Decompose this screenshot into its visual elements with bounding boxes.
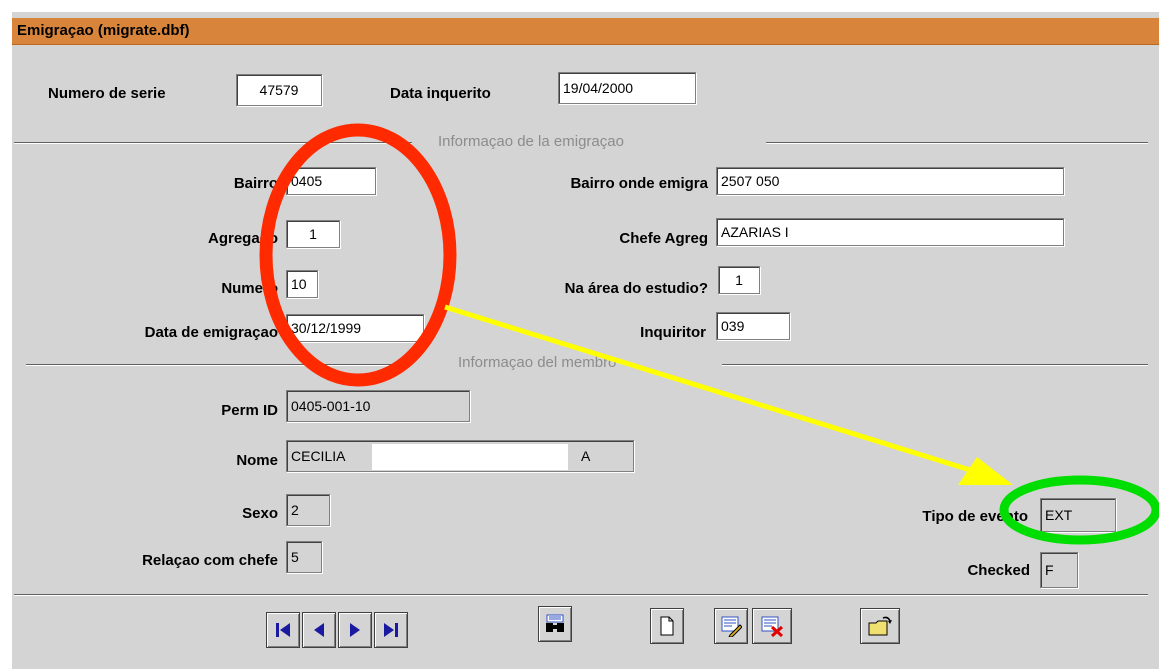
yellow-arrow-line xyxy=(444,304,971,473)
green-highlight-ellipse xyxy=(999,475,1159,545)
red-highlight-ellipse xyxy=(259,123,457,387)
annotation-overlay xyxy=(259,123,1159,545)
